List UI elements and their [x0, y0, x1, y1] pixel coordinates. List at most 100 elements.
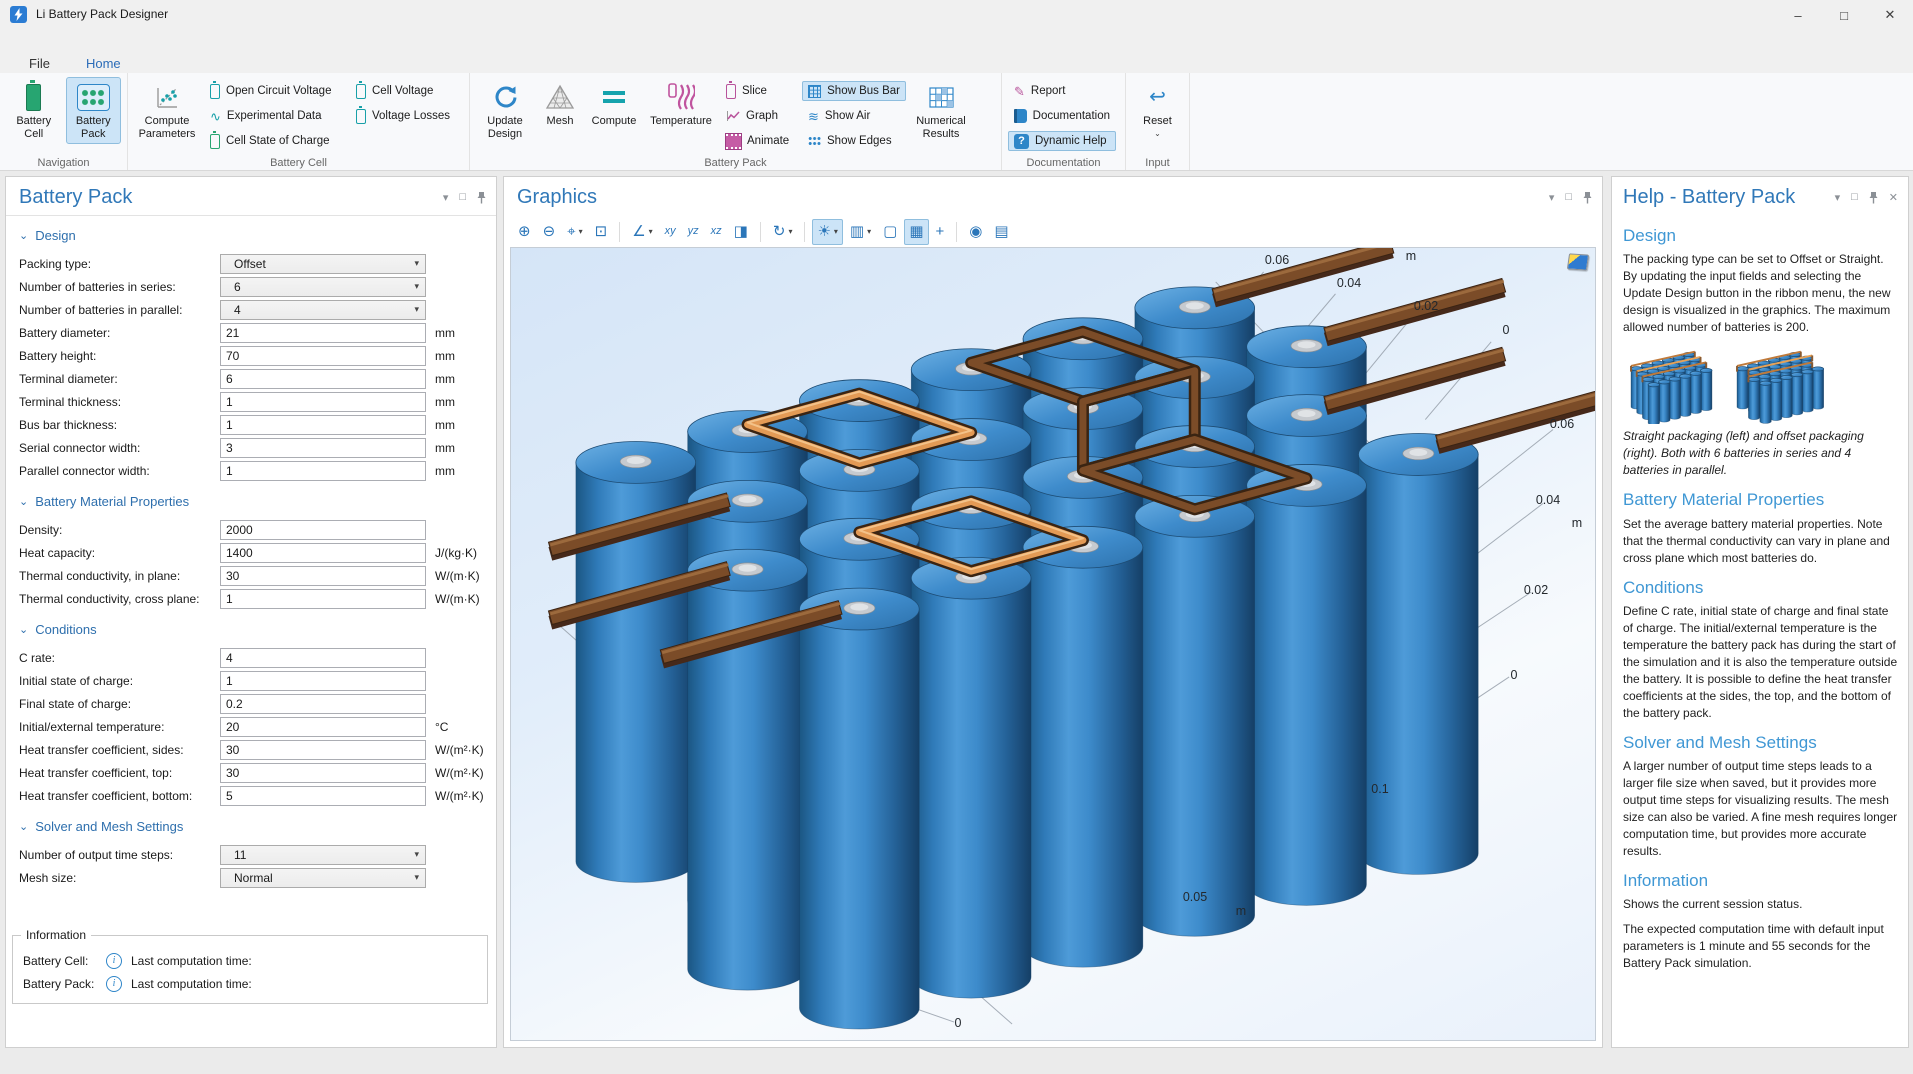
field-input[interactable]: [226, 697, 425, 711]
graphics-canvas[interactable]: 0.06m0.040.0200.060.04m0.0200.10.05m0: [510, 247, 1596, 1041]
panel-float-icon[interactable]: □: [459, 191, 466, 203]
field-control[interactable]: 11 ▾: [220, 845, 426, 865]
slice-button[interactable]: Slice: [720, 81, 798, 101]
tab-file[interactable]: File: [26, 54, 53, 73]
snapshot-button[interactable]: ◉: [964, 219, 987, 245]
field-input[interactable]: [226, 766, 425, 780]
field-control[interactable]: 70 ▾: [220, 346, 426, 366]
numerical-results-button[interactable]: Numerical Results: [910, 77, 972, 144]
scene-camera-button[interactable]: ◨: [729, 219, 753, 245]
field-input[interactable]: [226, 464, 425, 478]
zoom-out-button[interactable]: ⊖: [538, 219, 561, 245]
field-control[interactable]: 2000 ▾: [220, 520, 426, 540]
field-control[interactable]: 21 ▾: [220, 323, 426, 343]
field-control[interactable]: 1 ▾: [220, 589, 426, 609]
field-input[interactable]: [226, 743, 425, 757]
show-edges-button[interactable]: Show Edges: [802, 131, 906, 151]
field-input[interactable]: [226, 349, 425, 363]
field-input[interactable]: [226, 326, 425, 340]
field-input[interactable]: [226, 789, 425, 803]
cell-voltage-button[interactable]: Cell Voltage: [350, 81, 460, 101]
section-heading[interactable]: ⌄ Battery Material Properties: [19, 494, 496, 509]
field-input[interactable]: [226, 674, 425, 688]
show-axes-button[interactable]: +: [931, 219, 950, 245]
zoom-box-button[interactable]: ⌖ ▾: [562, 219, 587, 245]
close-button[interactable]: ✕: [1867, 0, 1913, 30]
maximize-button[interactable]: □: [1821, 0, 1867, 30]
field-control[interactable]: 0.2 ▾: [220, 694, 426, 714]
field-control[interactable]: 1 ▾: [220, 415, 426, 435]
print-button[interactable]: ▤: [989, 219, 1013, 245]
view-options-button[interactable]: ▥ ▾: [845, 219, 876, 245]
field-input[interactable]: [226, 720, 425, 734]
section-heading[interactable]: ⌄ Conditions: [19, 622, 496, 637]
voltage-losses-button[interactable]: Voltage Losses: [350, 106, 460, 126]
field-input[interactable]: [226, 372, 425, 386]
field-control[interactable]: 4 ▾: [220, 300, 426, 320]
axis-orientation-button[interactable]: ∠ ▾: [627, 219, 657, 245]
battery-cell-button[interactable]: Battery Cell: [6, 77, 62, 144]
field-control[interactable]: 1 ▾: [220, 392, 426, 412]
panel-menu-icon[interactable]: ▾: [443, 191, 449, 204]
documentation-button[interactable]: Documentation: [1008, 106, 1116, 126]
temperature-button[interactable]: Temperature: [646, 77, 716, 131]
field-control[interactable]: 30 ▾: [220, 763, 426, 783]
field-control[interactable]: 30 ▾: [220, 566, 426, 586]
field-control[interactable]: 20 ▾: [220, 717, 426, 737]
field-input[interactable]: [226, 395, 425, 409]
tab-home[interactable]: Home: [83, 54, 124, 73]
zoom-in-button[interactable]: ⊕: [513, 219, 536, 245]
field-control[interactable]: 6 ▾: [220, 277, 426, 297]
compute-button[interactable]: Compute: [586, 77, 642, 131]
field-control[interactable]: Offset ▾: [220, 254, 426, 274]
view-thumbnail-icon[interactable]: [1567, 253, 1589, 270]
go-to-yz-view-button[interactable]: yz: [683, 219, 704, 245]
field-control[interactable]: 5 ▾: [220, 786, 426, 806]
reset-button[interactable]: ↩ Reset ⌄: [1133, 77, 1183, 141]
field-control[interactable]: 1 ▾: [220, 671, 426, 691]
panel-close-icon[interactable]: ✕: [1889, 191, 1898, 204]
go-to-xz-view-button[interactable]: xz: [706, 219, 727, 245]
animate-button[interactable]: Animate: [720, 131, 798, 151]
go-to-xy-view-button[interactable]: xy: [660, 219, 681, 245]
show-grid-button[interactable]: ▦: [904, 219, 928, 245]
compute-parameters-button[interactable]: Compute Parameters: [134, 77, 200, 144]
show-air-button[interactable]: ≋ Show Air: [802, 106, 906, 126]
graph-button[interactable]: Graph: [720, 106, 798, 126]
rotate-button[interactable]: ↻ ▾: [768, 219, 798, 245]
show-bus-bar-button[interactable]: Show Bus Bar: [802, 81, 906, 101]
info-icon[interactable]: i: [106, 976, 122, 992]
field-control[interactable]: 4 ▾: [220, 648, 426, 668]
panel-menu-icon[interactable]: ▾: [1549, 191, 1555, 204]
dynamic-help-button[interactable]: ? Dynamic Help: [1008, 131, 1116, 151]
field-control[interactable]: Normal ▾: [220, 868, 426, 888]
section-heading[interactable]: ⌄ Design: [19, 228, 496, 243]
field-input[interactable]: [226, 651, 425, 665]
battery-pack-button[interactable]: Battery Pack: [66, 77, 122, 144]
report-button[interactable]: ✎ Report: [1008, 81, 1116, 101]
zoom-extents-button[interactable]: ⊡: [590, 219, 613, 245]
field-control[interactable]: 1400 ▾: [220, 543, 426, 563]
section-heading[interactable]: ⌄ Solver and Mesh Settings: [19, 819, 496, 834]
field-input[interactable]: [226, 418, 425, 432]
field-control[interactable]: 3 ▾: [220, 438, 426, 458]
field-input[interactable]: [226, 523, 425, 537]
field-control[interactable]: 30 ▾: [220, 740, 426, 760]
panel-menu-icon[interactable]: ▾: [1835, 191, 1841, 204]
minimize-button[interactable]: –: [1775, 0, 1821, 30]
experimental-data-button[interactable]: ∿ Experimental Data: [204, 106, 346, 126]
panel-pin-icon[interactable]: [1583, 191, 1592, 204]
mesh-button[interactable]: Mesh: [538, 77, 582, 131]
scene-light-button[interactable]: ☀ ▾: [812, 219, 842, 245]
update-design-button[interactable]: Update Design: [476, 77, 534, 144]
cell-state-of-charge-button[interactable]: Cell State of Charge: [204, 131, 346, 151]
transparency-button[interactable]: ▢: [878, 219, 902, 245]
field-input[interactable]: [226, 569, 425, 583]
panel-float-icon[interactable]: □: [1851, 191, 1858, 203]
info-icon[interactable]: i: [106, 953, 122, 969]
field-input[interactable]: [226, 546, 425, 560]
panel-pin-icon[interactable]: [1869, 191, 1878, 204]
open-circuit-voltage-button[interactable]: Open Circuit Voltage: [204, 81, 346, 101]
field-control[interactable]: 6 ▾: [220, 369, 426, 389]
field-input[interactable]: [226, 592, 425, 606]
